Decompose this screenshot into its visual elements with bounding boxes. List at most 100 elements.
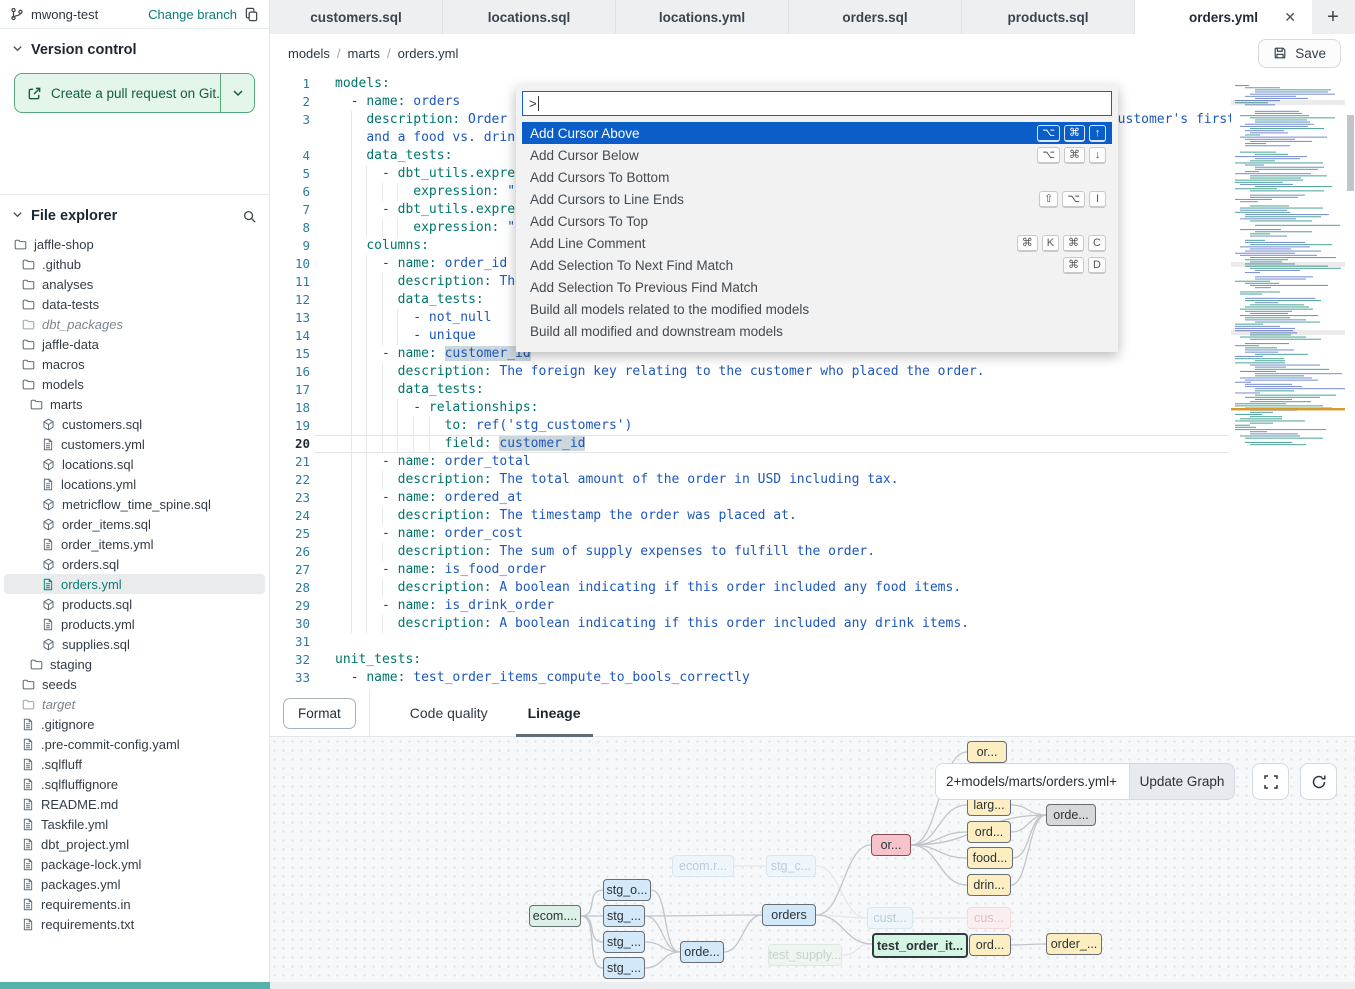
lineage-node-tsup[interactable]: test_supply... (768, 944, 842, 966)
code-line[interactable]: 33 - name: test_order_items_compute_to_b… (270, 669, 1355, 687)
command-item-add-line-comment[interactable]: Add Line Comment⌘K⌘C (522, 232, 1112, 254)
lineage-node-ecom[interactable]: ecom.... (529, 905, 581, 927)
command-item-add-cursors-to-bottom[interactable]: Add Cursors To Bottom (522, 166, 1112, 188)
tree-item-requirements-txt[interactable]: requirements.txt (4, 914, 265, 934)
tree-item-staging[interactable]: staging (4, 654, 265, 674)
tab-orders-sql[interactable]: orders.sql (789, 0, 962, 34)
breadcrumb-item[interactable]: models (288, 46, 330, 61)
version-control-header[interactable]: Version control (0, 29, 269, 67)
tree-item--gitignore[interactable]: .gitignore (4, 714, 265, 734)
panel-tab-code-quality[interactable]: Code quality (410, 690, 488, 737)
tree-item-supplies-sql[interactable]: supplies.sql (4, 634, 265, 654)
tree-item-target[interactable]: target (4, 694, 265, 714)
tree-item--sqlfluffignore[interactable]: .sqlfluffignore (4, 774, 265, 794)
panel-tab-lineage[interactable]: Lineage (528, 690, 581, 737)
new-tab-button[interactable]: + (1312, 0, 1354, 34)
save-button[interactable]: Save (1258, 39, 1341, 68)
tree-item--sqlfluff[interactable]: .sqlfluff (4, 754, 265, 774)
fullscreen-button[interactable] (1252, 763, 1289, 800)
code-line[interactable]: 20 field: customer_id (270, 435, 1355, 453)
breadcrumb-item[interactable]: marts (348, 46, 381, 61)
code-line[interactable]: 19 to: ref('stg_customers') (270, 417, 1355, 435)
command-item-add-cursor-below[interactable]: Add Cursor Below⌥⌘↓ (522, 144, 1112, 166)
command-item-build-all-models-related-to-the-modified-models[interactable]: Build all models related to the modified… (522, 298, 1112, 320)
code-line[interactable]: 29 - name: is_drink_order (270, 597, 1355, 615)
lineage-node-stg_o[interactable]: stg_o... (603, 879, 651, 901)
lineage-node-orders[interactable]: orders (762, 904, 816, 926)
lineage-node-or_top[interactable]: or... (967, 741, 1007, 763)
tree-item--pre-commit-config-yaml[interactable]: .pre-commit-config.yaml (4, 734, 265, 754)
lineage-node-order3[interactable]: order_... (1046, 933, 1102, 955)
tree-item-metricflow-time-spine-sql[interactable]: metricflow_time_spine.sql (4, 494, 265, 514)
code-editor[interactable]: 1models:2 - name: orders3 description: O… (270, 72, 1355, 690)
tree-item-macros[interactable]: macros (4, 354, 265, 374)
tab-orders-yml[interactable]: orders.yml✕ (1135, 0, 1312, 34)
tree-item-orders-sql[interactable]: orders.sql (4, 554, 265, 574)
code-line[interactable]: 28 description: A boolean indicating if … (270, 579, 1355, 597)
create-pr-button[interactable]: Create a pull request on Git... (14, 73, 255, 113)
tree-item-readme-md[interactable]: README.md (4, 794, 265, 814)
scrollbar-thumb[interactable] (1347, 115, 1354, 191)
update-graph-button[interactable]: Update Graph (1129, 763, 1235, 800)
command-item-add-selection-to-previous-find-match[interactable]: Add Selection To Previous Find Match (522, 276, 1112, 298)
lineage-node-stg_3[interactable]: stg_... (603, 957, 645, 979)
lineage-selector-input[interactable]: 2+models/marts/orders.yml+ (935, 763, 1129, 800)
tree-item-taskfile-yml[interactable]: Taskfile.yml (4, 814, 265, 834)
lineage-node-ord2[interactable]: ord... (969, 934, 1011, 956)
refresh-button[interactable] (1300, 763, 1337, 800)
tab-locations-yml[interactable]: locations.yml (616, 0, 789, 34)
lineage-node-or_pink[interactable]: or... (871, 834, 911, 856)
tree-item-seeds[interactable]: seeds (4, 674, 265, 694)
code-line[interactable]: 26 description: The sum of supply expens… (270, 543, 1355, 561)
code-line[interactable]: 21 - name: order_total (270, 453, 1355, 471)
command-item-add-cursors-to-line-ends[interactable]: Add Cursors to Line Ends⇧⌥I (522, 188, 1112, 210)
tree-item--github[interactable]: .github (4, 254, 265, 274)
code-line[interactable]: 27 - name: is_food_order (270, 561, 1355, 579)
tree-item-jaffle-data[interactable]: jaffle-data (4, 334, 265, 354)
code-line[interactable]: 32unit_tests: (270, 651, 1355, 669)
copy-branch-icon[interactable] (244, 7, 259, 22)
editor-scrollbar[interactable] (1346, 72, 1354, 690)
code-line[interactable]: 24 description: The timestamp the order … (270, 507, 1355, 525)
tree-item-analyses[interactable]: analyses (4, 274, 265, 294)
code-line[interactable]: 18 - relationships: (270, 399, 1355, 417)
lineage-node-orde_gray[interactable]: orde... (1046, 804, 1096, 826)
tree-item-customers-yml[interactable]: customers.yml (4, 434, 265, 454)
code-line[interactable]: 16 description: The foreign key relating… (270, 363, 1355, 381)
tree-item-products-sql[interactable]: products.sql (4, 594, 265, 614)
tree-item-customers-sql[interactable]: customers.sql (4, 414, 265, 434)
breadcrumb-item[interactable]: orders.yml (398, 46, 459, 61)
search-icon[interactable] (242, 209, 257, 224)
command-item-add-cursor-above[interactable]: Add Cursor Above⌥⌘↑ (522, 122, 1112, 144)
create-pr-dropdown[interactable] (220, 74, 254, 112)
tab-locations-sql[interactable]: locations.sql (443, 0, 616, 34)
tree-item-order-items-yml[interactable]: order_items.yml (4, 534, 265, 554)
lineage-node-cust_f[interactable]: cust... (867, 907, 913, 929)
change-branch-link[interactable]: Change branch (148, 7, 237, 22)
command-palette-input[interactable]: > (522, 91, 1112, 116)
lineage-node-ecom_r[interactable]: ecom.r... (672, 855, 734, 877)
tree-item-dbt-packages[interactable]: dbt_packages (4, 314, 265, 334)
code-line[interactable]: 30 description: A boolean indicating if … (270, 615, 1355, 633)
tree-item-packages-yml[interactable]: packages.yml (4, 874, 265, 894)
file-explorer-header[interactable]: File explorer (0, 195, 269, 230)
lineage-node-stg_1[interactable]: stg_... (603, 905, 645, 927)
tree-item-order-items-sql[interactable]: order_items.sql (4, 514, 265, 534)
tab-customers-sql[interactable]: customers.sql (270, 0, 443, 34)
lineage-node-cus_f[interactable]: cus... (967, 907, 1011, 929)
tree-item-marts[interactable]: marts (4, 394, 265, 414)
format-button[interactable]: Format (283, 698, 356, 729)
lineage-node-stg_2[interactable]: stg_... (603, 931, 645, 953)
command-item-add-selection-to-next-find-match[interactable]: Add Selection To Next Find Match⌘D (522, 254, 1112, 276)
tree-item-dbt-project-yml[interactable]: dbt_project.yml (4, 834, 265, 854)
lineage-node-stg_c[interactable]: stg_c... (766, 855, 816, 877)
code-line[interactable]: 22 description: The total amount of the … (270, 471, 1355, 489)
command-item-build-all-modified-and-downstream-models[interactable]: Build all modified and downstream models (522, 320, 1112, 342)
lineage-node-drin[interactable]: drin... (967, 874, 1011, 896)
tree-item-data-tests[interactable]: data-tests (4, 294, 265, 314)
tree-item-products-yml[interactable]: products.yml (4, 614, 265, 634)
lineage-canvas[interactable]: ecom....stg_o...stg_...stg_...stg_...ord… (270, 737, 1355, 989)
minimap[interactable] (1231, 82, 1345, 460)
tree-item-requirements-in[interactable]: requirements.in (4, 894, 265, 914)
code-line[interactable]: 17 data_tests: (270, 381, 1355, 399)
